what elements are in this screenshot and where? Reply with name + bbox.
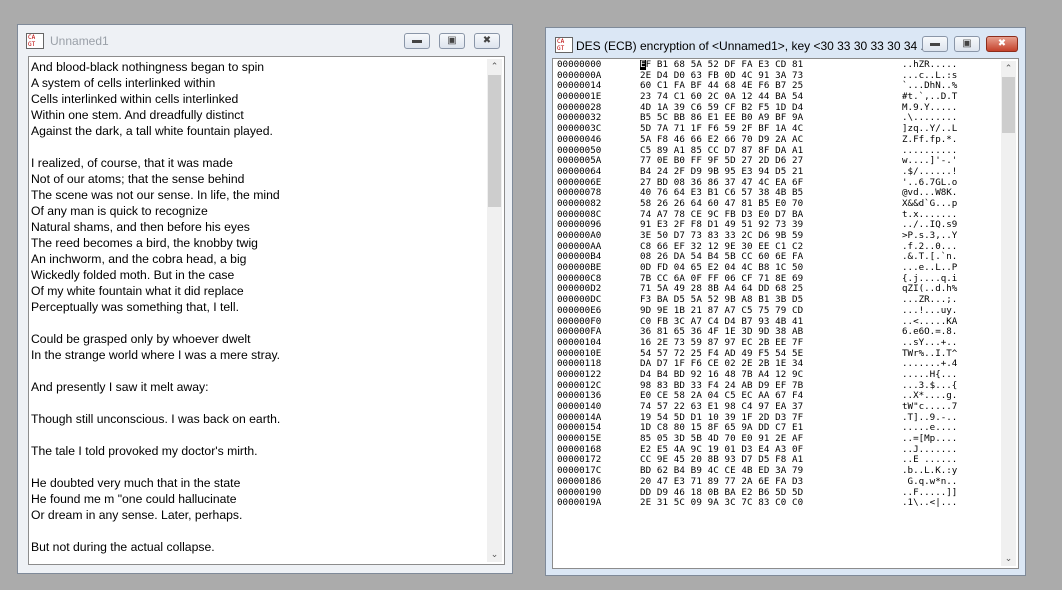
text-line: [31, 459, 484, 475]
hex-offset: 00000104: [557, 336, 602, 348]
scroll-thumb[interactable]: [488, 75, 501, 207]
text-line: [31, 523, 484, 539]
hex-bytes: 16 2E 73 59 87 97 EC 2B EE 7F: [640, 336, 804, 348]
hex-offset: 00000064: [557, 165, 602, 177]
text-line: Of any man is quick to recognize: [31, 204, 208, 218]
hex-offset: 00000046: [557, 133, 602, 145]
hex-bytes: 20 47 E3 71 89 77 2A 6E FA D3: [640, 475, 804, 487]
text-line: But not during the actual collapse.: [31, 540, 215, 554]
text-line: An inchworm, and the cobra head, a big: [31, 252, 247, 266]
text-line: The reed becomes a bird, the knobby twig: [31, 236, 258, 250]
hex-ascii: Z.Ff.fp.*.: [902, 133, 958, 145]
hex-ascii: ...!...uy.: [902, 304, 958, 316]
minimize-button[interactable]: ▬: [922, 36, 948, 52]
text-line: Against the dark, a tall white fountain …: [31, 124, 273, 138]
text-line: Of my white fountain what it did replace: [31, 284, 244, 298]
hex-row: 00000104 16 2E 73 59 87 97 EC 2B EE 7F ..s…: [557, 336, 1000, 349]
title-bar[interactable]: CA GT DES (ECB) encryption of <Unnamed1>,…: [546, 28, 1025, 58]
title-bar[interactable]: CA GT Unnamed1 ▬ ▣ ✖: [18, 25, 512, 55]
text-line: Within one stem. And dreadfully distinct: [31, 108, 244, 122]
text-line: He found me m "one could hallucinate: [31, 492, 237, 506]
hex-row: 00000186 20 47 E3 71 89 77 2A 6E FA D3 G.…: [557, 475, 1000, 488]
text-line: In the strange world where I was a mere …: [31, 348, 281, 362]
hex-ascii: ..sY...+..: [902, 336, 958, 348]
edit-cursor: E: [640, 60, 646, 70]
text-editor-window[interactable]: CA GT Unnamed1 ▬ ▣ ✖ And blood-black noth…: [17, 24, 513, 574]
text-line: Perceptually was something that, I tell.: [31, 300, 239, 314]
hex-bytes: 5A F8 46 66 E2 66 70 D9 2A AC: [640, 133, 804, 145]
vertical-scrollbar[interactable]: ⌃ ⌄: [1001, 61, 1016, 566]
text-line: [31, 315, 484, 331]
hex-row: 00000046 5A F8 46 66 E2 66 70 D9 2A AC Z.F…: [557, 133, 1000, 146]
hex-dump[interactable]: 00000000 EF B1 68 5A 52 DF FA E3 CD 81 ..h…: [557, 60, 1000, 566]
text-line: I realized, of course, that it was made: [31, 156, 233, 170]
text-line: [31, 139, 484, 155]
text-line: And blood-black nothingness began to spi…: [31, 60, 265, 74]
text-line: [31, 363, 484, 379]
hex-bytes: 9D 9E 1B 21 87 A7 C5 75 79 CD: [640, 304, 804, 316]
close-button[interactable]: ✖: [986, 36, 1018, 52]
text-line: The tale I told provoked my doctor's mir…: [31, 444, 258, 458]
encryption-result-window[interactable]: CA GT DES (ECB) encryption of <Unnamed1>,…: [545, 27, 1026, 576]
scroll-thumb[interactable]: [1002, 77, 1015, 133]
text-line: Or dream in any sense. Later, perhaps.: [31, 508, 243, 522]
text-area[interactable]: And blood-black nothingness began to spi…: [28, 56, 505, 565]
app-icon: CA GT: [26, 33, 44, 49]
text-line: Not of our atoms; that the sense behind: [31, 172, 245, 186]
text-line: Though still unconscious. I was back on …: [31, 412, 281, 426]
hex-offset: 0000019A: [557, 497, 602, 509]
hex-bytes: B4 24 2F D9 9B 95 E3 94 D5 21: [640, 165, 804, 177]
hex-row: 000000E6 9D 9E 1B 21 87 A7 C5 75 79 CD...…: [557, 304, 1000, 317]
text-line: Natural shams, and then before his eyes: [31, 220, 250, 234]
minimize-button[interactable]: ▬: [404, 33, 430, 49]
hex-ascii: .1\..<|...: [902, 497, 958, 509]
window-title: Unnamed1: [50, 34, 109, 48]
close-button[interactable]: ✖: [474, 33, 500, 49]
scroll-up-arrow-icon[interactable]: ⌃: [1001, 61, 1016, 76]
vertical-scrollbar[interactable]: ⌃ ⌄: [487, 59, 502, 562]
text-line: And presently I saw it melt away:: [31, 380, 209, 394]
hex-ascii: .$/......!: [902, 165, 958, 177]
text-line: Cells interlinked within cells interlink…: [31, 92, 239, 106]
hex-view[interactable]: 00000000 EF B1 68 5A 52 DF FA E3 CD 81 ..h…: [552, 58, 1019, 569]
text-line: The scene was not our sense. In life, th…: [31, 188, 280, 202]
text-line: A system of cells interlinked within: [31, 76, 216, 90]
hex-offset: 00000186: [557, 475, 602, 487]
hex-row: 0000019A 2E 31 5C 09 9A 3C 7C 83 C0 C0 .1\…: [557, 497, 1000, 509]
scroll-up-arrow-icon[interactable]: ⌃: [487, 59, 502, 74]
text-line: Wickedly folded moth. But in the case: [31, 268, 235, 282]
text-line: Could be grasped only by whoever dwelt: [31, 332, 251, 346]
scroll-down-arrow-icon[interactable]: ⌄: [487, 547, 502, 562]
hex-offset: 000000E6: [557, 304, 602, 316]
window-title: DES (ECB) encryption of <Unnamed1>, key …: [576, 39, 931, 53]
text-line: He doubted very much that in the state: [31, 476, 241, 490]
text-line: [31, 395, 484, 411]
app-icon: CA GT: [555, 37, 573, 53]
text-line: [31, 427, 484, 443]
maximize-button[interactable]: ▣: [954, 36, 980, 52]
hex-row: 00000064 B4 24 2F D9 9B 95 E3 94 D5 21 .$/…: [557, 165, 1000, 178]
scroll-down-arrow-icon[interactable]: ⌄: [1001, 551, 1016, 566]
hex-bytes: 2E 31 5C 09 9A 3C 7C 83 C0 C0: [640, 497, 804, 509]
maximize-button[interactable]: ▣: [439, 33, 465, 49]
poem-text[interactable]: And blood-black nothingness began to spi…: [31, 59, 484, 562]
hex-ascii: G.q.w*n..: [902, 475, 958, 487]
